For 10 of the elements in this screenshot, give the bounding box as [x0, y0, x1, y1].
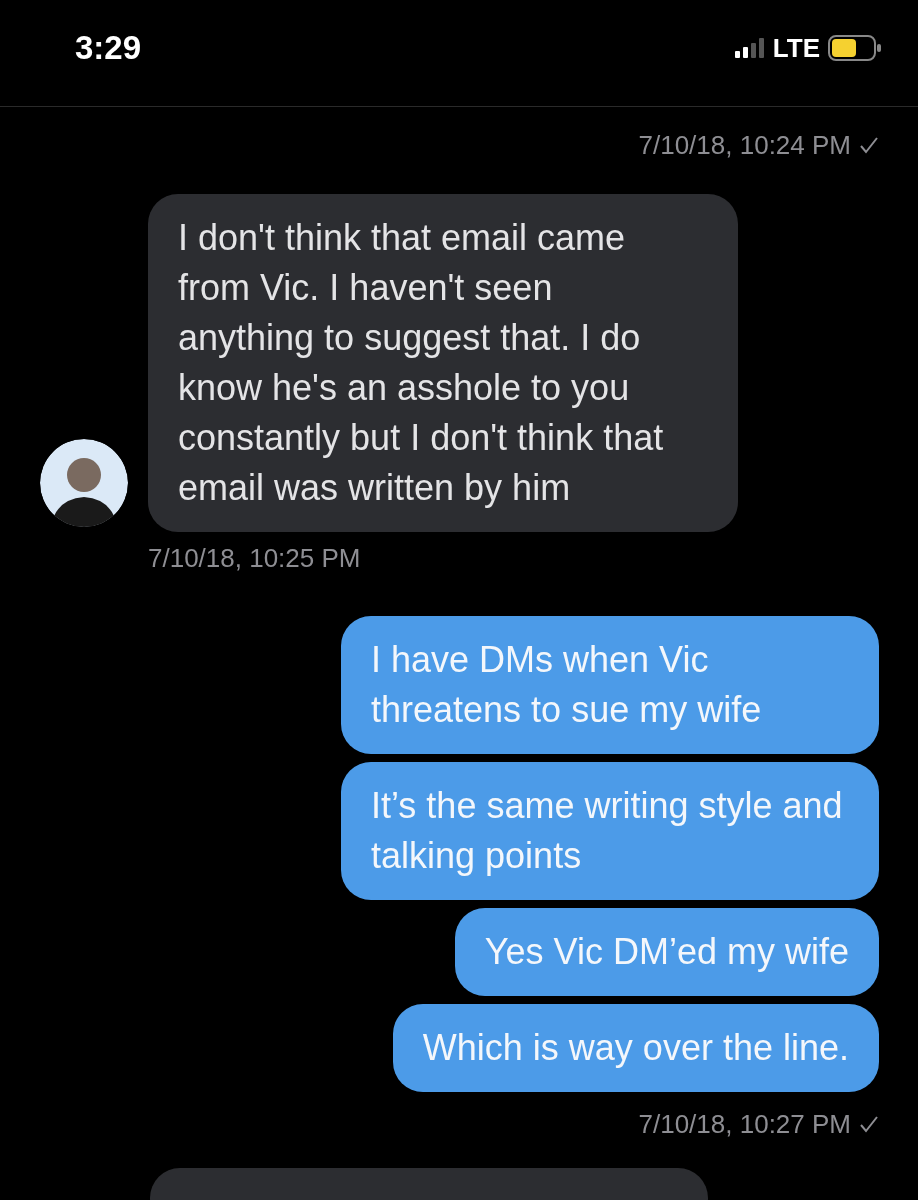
- message-bubble: Which is way over the line.: [392, 1004, 879, 1092]
- message-bubble: I don't think that email came from Vic. I haven't seen anything to suggest that. I do know he's an asshole to you constantly but I don't think that email was written by him: [148, 194, 738, 532]
- message-timestamp: 7/10/18, 10:27 PM: [638, 1108, 851, 1140]
- message-timestamp: 7/10/18, 10:24 PM: [638, 129, 851, 161]
- message-timestamp: 7/10/18, 10:25 PM: [148, 542, 361, 574]
- message-bubble: I have DMs when Vic threatens to sue my wife: [341, 616, 879, 754]
- message-bubble: Yes Vic DM’ed my wife: [454, 908, 879, 996]
- message-bubble: It’s the same writing style and talking points: [341, 762, 879, 900]
- network-label: LTE: [772, 32, 820, 64]
- clock-time: 3:29: [75, 29, 143, 67]
